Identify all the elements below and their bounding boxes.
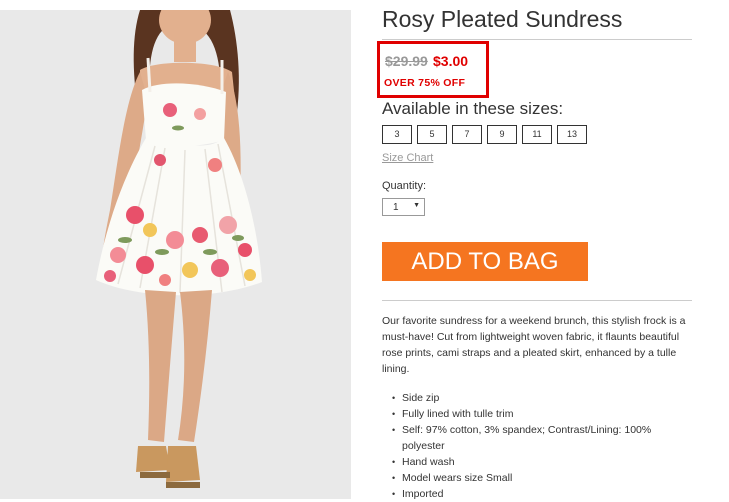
- original-price: $29.99: [385, 53, 428, 69]
- size-option-3[interactable]: 3: [382, 125, 412, 144]
- size-option-5[interactable]: 5: [417, 125, 447, 144]
- price-highlight-box: $29.99 $3.00 OVER 75% OFF: [377, 41, 489, 98]
- size-option-7[interactable]: 7: [452, 125, 482, 144]
- quantity-value: 1: [393, 202, 399, 213]
- quantity-select[interactable]: 1 ▼: [382, 198, 425, 216]
- list-item: Model wears size Small: [382, 470, 672, 486]
- feature-list: Side zip Fully lined with tulle trim Sel…: [382, 390, 672, 502]
- size-option-9[interactable]: 9: [487, 125, 517, 144]
- list-item: Imported: [382, 486, 672, 502]
- list-item: Fully lined with tulle trim: [382, 406, 672, 422]
- title-divider: [382, 39, 692, 40]
- sizes-heading: Available in these sizes:: [382, 99, 564, 118]
- product-image[interactable]: [0, 10, 351, 499]
- sale-price: $3.00: [433, 53, 469, 69]
- product-description: Our favorite sundress for a weekend brun…: [382, 315, 686, 375]
- add-to-bag-button[interactable]: ADD TO BAG: [382, 242, 588, 281]
- chevron-down-icon: ▼: [413, 202, 420, 209]
- list-item: Side zip: [382, 390, 672, 406]
- product-title: Rosy Pleated Sundress: [382, 6, 623, 32]
- size-chart-link[interactable]: Size Chart: [382, 152, 433, 164]
- discount-label: OVER 75% OFF: [384, 77, 466, 89]
- size-option-13[interactable]: 13: [557, 125, 587, 144]
- description-divider: [382, 300, 692, 301]
- list-item: Hand wash: [382, 454, 672, 470]
- size-option-11[interactable]: 11: [522, 125, 552, 144]
- quantity-label: Quantity:: [382, 180, 427, 192]
- list-item: Self: 97% cotton, 3% spandex; Contrast/L…: [382, 422, 672, 454]
